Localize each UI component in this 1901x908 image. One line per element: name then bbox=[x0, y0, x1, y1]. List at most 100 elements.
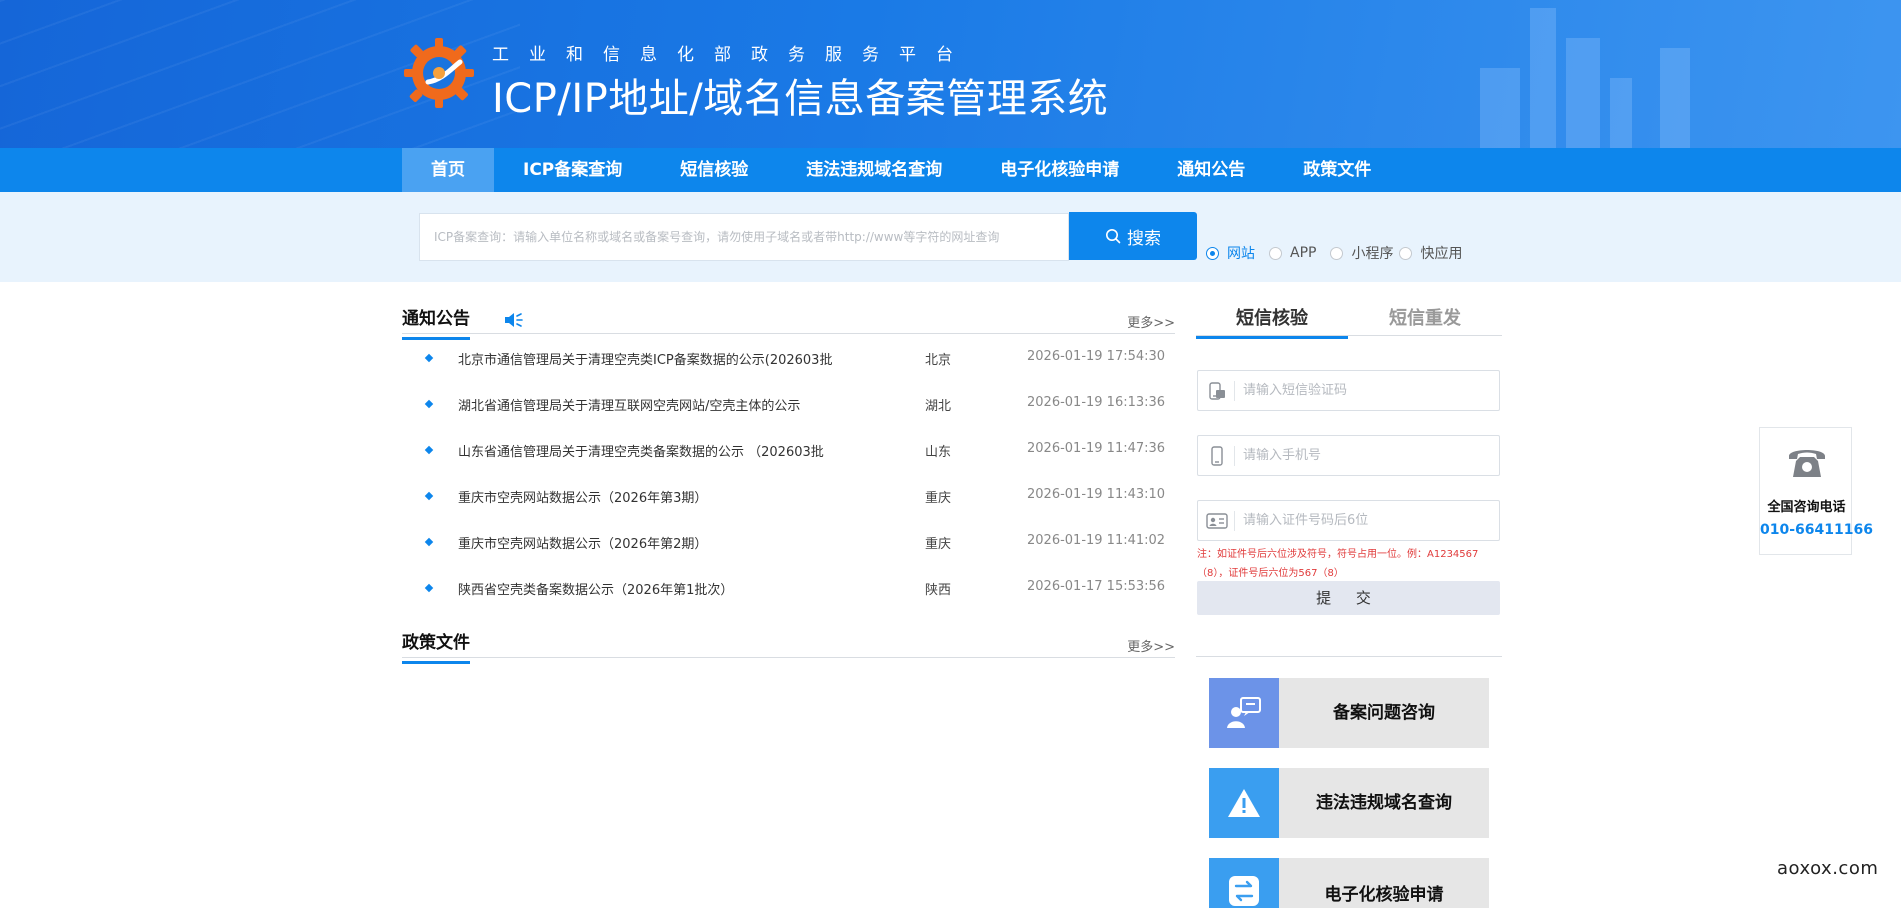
bullet-icon bbox=[424, 353, 434, 363]
radio-app[interactable]: APP bbox=[1269, 245, 1316, 261]
header-building-graphic bbox=[1660, 48, 1690, 148]
radio-dot-icon bbox=[1269, 246, 1282, 260]
icp-search-input[interactable] bbox=[419, 213, 1069, 261]
notices-title: 通知公告 bbox=[402, 304, 470, 340]
id-field bbox=[1197, 500, 1500, 541]
bullet-icon bbox=[424, 399, 434, 409]
tab-sms-resend[interactable]: 短信重发 bbox=[1348, 304, 1502, 330]
page: 工业和信息化部政务服务平台 ICP/IP地址/域名信息备案管理系统 首页 ICP… bbox=[0, 0, 1901, 908]
field-separator bbox=[1234, 511, 1235, 531]
search-button-label: 搜索 bbox=[1127, 228, 1161, 249]
notice-title[interactable]: 北京市通信管理局关于清理空壳类ICP备案数据的公示(202603批 bbox=[458, 349, 832, 368]
speaker-icon bbox=[505, 313, 523, 327]
radio-dot-icon bbox=[1330, 246, 1344, 260]
nav-notices[interactable]: 通知公告 bbox=[1148, 148, 1274, 192]
nav-policy[interactable]: 政策文件 bbox=[1274, 148, 1400, 192]
nav-e-verify-apply[interactable]: 电子化核验申请 bbox=[971, 148, 1148, 192]
radio-mini-program[interactable]: 小程序 bbox=[1330, 243, 1393, 263]
hotline-widget[interactable]: 全国咨询电话 010-66411166 bbox=[1759, 427, 1873, 555]
field-separator bbox=[1234, 381, 1235, 401]
notice-datetime: 2026-01-19 11:41:02 bbox=[1027, 533, 1166, 548]
search-button[interactable]: 搜索 bbox=[1069, 212, 1197, 260]
id-format-note: 注：如证件号后六位涉及符号，符号占用一位。例：A1234567（8），证件号后六… bbox=[1197, 549, 1479, 579]
quick-link-icon-box bbox=[1209, 678, 1279, 748]
notice-region: 北京 bbox=[925, 353, 952, 368]
tab-sms-verify[interactable]: 短信核验 bbox=[1196, 304, 1348, 339]
watermark: aoxox.com bbox=[1777, 858, 1879, 879]
quick-link-label: 违法违规域名查询 bbox=[1316, 793, 1452, 813]
quick-link-consult[interactable]: 备案问题咨询 bbox=[1209, 678, 1489, 748]
search-icon bbox=[1106, 229, 1121, 244]
notice-row[interactable]: 北京市通信管理局关于清理空壳类ICP备案数据的公示(202603批 北京 202… bbox=[402, 343, 1175, 389]
notice-region: 湖北 bbox=[925, 399, 952, 414]
nav-sms-verify[interactable]: 短信核验 bbox=[651, 148, 777, 192]
notice-title[interactable]: 重庆市空壳网站数据公示（2026年第3期） bbox=[458, 487, 707, 506]
notice-region: 山东 bbox=[925, 445, 952, 460]
consult-icon bbox=[1227, 697, 1261, 728]
notice-row[interactable]: 陕西省空壳类备案数据公示（2026年第1批次） 陕西 2026-01-17 15… bbox=[402, 573, 1175, 619]
exchange-icon bbox=[1229, 876, 1259, 906]
notice-datetime: 2026-01-19 11:47:36 bbox=[1027, 441, 1166, 456]
notice-row[interactable]: 重庆市空壳网站数据公示（2026年第2期） 重庆 2026-01-19 11:4… bbox=[402, 527, 1175, 573]
notice-datetime: 2026-01-19 11:43:10 bbox=[1027, 487, 1166, 502]
nav-items: 首页 ICP备案查询 短信核验 违法违规域名查询 电子化核验申请 通知公告 政策… bbox=[402, 148, 1400, 192]
notice-title[interactable]: 陕西省空壳类备案数据公示（2026年第1批次） bbox=[458, 579, 733, 598]
miit-logo-icon bbox=[404, 38, 474, 108]
main-nav: 首页 ICP备案查询 短信核验 违法违规域名查询 电子化核验申请 通知公告 政策… bbox=[0, 148, 1901, 192]
platform-subtitle: 工业和信息化部政务服务平台 bbox=[492, 45, 973, 65]
notice-row[interactable]: 山东省通信管理局关于清理空壳类备案数据的公示 （202603批 山东 2026-… bbox=[402, 435, 1175, 481]
hotline-number: 010-66411166 bbox=[1760, 522, 1873, 538]
sms-tabs: 短信核验 短信重发 bbox=[1196, 298, 1502, 339]
notice-region: 重庆 bbox=[925, 537, 952, 552]
notice-title[interactable]: 湖北省通信管理局关于清理互联网空壳网站/空壳主体的公示 bbox=[458, 395, 800, 414]
quick-link-icon-box bbox=[1209, 768, 1279, 838]
quick-link-label: 备案问题咨询 bbox=[1333, 703, 1435, 723]
radio-dot-icon bbox=[1206, 246, 1219, 260]
warning-icon bbox=[1228, 789, 1260, 817]
id-last6-input[interactable] bbox=[1243, 501, 1493, 540]
quick-link-label: 电子化核验申请 bbox=[1324, 885, 1444, 905]
notice-region: 陕西 bbox=[925, 583, 952, 598]
notices-more-link[interactable]: 更多>> bbox=[1127, 312, 1175, 331]
notices-header: 通知公告 更多>> bbox=[402, 300, 1175, 340]
phone-icon bbox=[1211, 446, 1223, 466]
telephone-icon bbox=[1789, 450, 1825, 477]
divider bbox=[1196, 656, 1502, 657]
system-title: ICP/IP地址/域名信息备案管理系统 bbox=[492, 76, 1109, 122]
policy-more-link[interactable]: 更多>> bbox=[1127, 636, 1175, 655]
header-building-graphic bbox=[1480, 68, 1520, 148]
radio-label: 小程序 bbox=[1351, 246, 1394, 262]
header-building-graphic bbox=[1566, 38, 1600, 148]
header-building-graphic bbox=[1610, 78, 1632, 148]
radio-quick-app[interactable]: 快应用 bbox=[1399, 243, 1462, 263]
notice-list: 北京市通信管理局关于清理空壳类ICP备案数据的公示(202603批 北京 202… bbox=[402, 343, 1175, 619]
quick-link-e-verify[interactable]: 电子化核验申请 bbox=[1209, 858, 1489, 908]
site-header: 工业和信息化部政务服务平台 ICP/IP地址/域名信息备案管理系统 bbox=[0, 0, 1901, 148]
bullet-icon bbox=[424, 537, 434, 547]
quick-link-illegal-domain[interactable]: 违法违规域名查询 bbox=[1209, 768, 1489, 838]
phone-input[interactable] bbox=[1243, 436, 1493, 475]
radio-website[interactable]: 网站 bbox=[1206, 243, 1255, 263]
policy-title: 政策文件 bbox=[402, 628, 470, 664]
quick-link-icon-box bbox=[1209, 858, 1279, 908]
notice-datetime: 2026-01-19 16:13:36 bbox=[1027, 395, 1166, 410]
nav-illegal-domain-query[interactable]: 违法违规域名查询 bbox=[777, 148, 971, 192]
id-card-icon bbox=[1206, 513, 1228, 529]
bullet-icon bbox=[424, 445, 434, 455]
notice-row[interactable]: 重庆市空壳网站数据公示（2026年第3期） 重庆 2026-01-19 11:4… bbox=[402, 481, 1175, 527]
notice-title[interactable]: 山东省通信管理局关于清理空壳类备案数据的公示 （202603批 bbox=[458, 441, 824, 460]
radio-label: APP bbox=[1290, 245, 1317, 261]
notice-datetime: 2026-01-17 15:53:56 bbox=[1027, 579, 1166, 594]
nav-home[interactable]: 首页 bbox=[402, 148, 494, 192]
submit-button[interactable]: 提 交 bbox=[1197, 581, 1500, 615]
notice-row[interactable]: 湖北省通信管理局关于清理互联网空壳网站/空壳主体的公示 湖北 2026-01-1… bbox=[402, 389, 1175, 435]
hotline-label: 全国咨询电话 bbox=[1767, 500, 1846, 515]
radio-dot-icon bbox=[1399, 246, 1413, 260]
nav-icp-query[interactable]: ICP备案查询 bbox=[494, 148, 651, 192]
policy-header: 政策文件 更多>> bbox=[402, 624, 1175, 664]
radio-label: 快应用 bbox=[1420, 246, 1463, 262]
sms-code-input[interactable] bbox=[1243, 371, 1493, 410]
header-building-graphic bbox=[1530, 8, 1556, 148]
notice-title[interactable]: 重庆市空壳网站数据公示（2026年第2期） bbox=[458, 533, 707, 552]
search-band: 搜索 网站 APP 小程序 快应用 bbox=[0, 192, 1901, 282]
